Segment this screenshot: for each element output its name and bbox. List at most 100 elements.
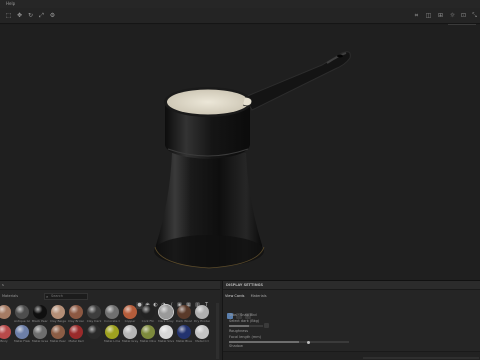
material-label: Antique Gld: [14, 319, 30, 323]
rotate-icon[interactable]: ↻: [26, 11, 35, 20]
material-swatch[interactable]: Metal Olive: [140, 325, 156, 343]
material-ball: [51, 325, 65, 339]
material-swatch[interactable]: Dark Wood: [176, 305, 192, 323]
material-label: Metal Silver: [158, 339, 174, 343]
material-swatch[interactable]: [86, 325, 102, 339]
render-icon[interactable]: ⊞: [436, 11, 445, 20]
material-swatch[interactable]: Metal Red: [68, 325, 84, 343]
material-label: Dark Wood: [176, 319, 192, 323]
material-label: Clay Brown: [68, 319, 84, 323]
display-settings-header: DISPLAY SETTINGS: [223, 281, 480, 290]
material-ball: [33, 305, 47, 319]
material-label: Metal Flake: [14, 339, 30, 343]
material-swatch[interactable]: Metal Grey: [122, 325, 138, 343]
material-swatch[interactable]: Concrete C: [104, 305, 120, 323]
menu-help[interactable]: Help: [6, 0, 15, 8]
select-icon[interactable]: ⬚: [4, 11, 13, 20]
tab-materials[interactable]: Materials: [251, 294, 267, 298]
menubar: Help: [0, 0, 480, 8]
material-ball: [15, 325, 29, 339]
material-label: Metal Blue: [176, 339, 192, 343]
prop-label-0: Tabs · Snap Bkd: [229, 313, 257, 317]
prop-label-3: Focal length (mm): [229, 335, 262, 339]
material-label: Metal Pearl: [50, 339, 66, 343]
material-ball: [87, 325, 101, 339]
materials-scrollbar[interactable]: [216, 303, 219, 359]
material-label: Bnzy: [0, 339, 8, 343]
handle: [244, 51, 351, 111]
tab-view-cards[interactable]: View Cards: [225, 294, 244, 298]
material-ball: [0, 325, 11, 339]
camera-icon[interactable]: ◫: [424, 11, 433, 20]
material-ball: [158, 304, 174, 320]
material-label: Cork Ftn: [141, 319, 155, 323]
material-ball: [159, 325, 173, 339]
display-settings-panel: DISPLAY SETTINGS View Cards Materials Ta…: [222, 281, 480, 360]
material-swatch[interactable]: Metal Lime: [104, 325, 120, 343]
light-icon[interactable]: ☼: [448, 11, 457, 20]
expand-icon[interactable]: ⤡: [470, 11, 479, 20]
material-swatch[interactable]: Metal Green: [32, 325, 48, 343]
display-footer: [223, 351, 480, 360]
material-swatch[interactable]: Bnzy: [0, 325, 12, 343]
material-swatch[interactable]: Metal Flake: [14, 325, 30, 343]
prop-slider-3-knob[interactable]: [307, 340, 310, 344]
material-label: Clay Dark: [86, 319, 102, 323]
material-label: Clay Beige: [50, 319, 66, 323]
material-label: Metal Lime: [104, 339, 120, 343]
material-swatch[interactable]: Metal Crl: [194, 325, 210, 343]
frame-icon[interactable]: ⌗: [412, 11, 421, 20]
material-ball: [177, 305, 191, 319]
move-icon[interactable]: ✥: [15, 11, 24, 20]
scale-icon[interactable]: ⤢: [37, 11, 46, 20]
material-label: Metal Red: [68, 339, 84, 343]
material-label: Metal Crl: [195, 339, 209, 343]
material-label: Dark Gray: [158, 319, 174, 323]
material-label: Metal Olive: [140, 339, 156, 343]
material-swatch[interactable]: Clay Brown: [68, 305, 84, 323]
reset-button[interactable]: [264, 323, 269, 328]
material-ball: [69, 305, 83, 319]
material-swatch[interactable]: Metal Blue: [176, 325, 192, 343]
material-swatch[interactable]: Black Pearl: [32, 305, 48, 323]
prop-label-1: Select dark (Bkg): [229, 319, 260, 323]
material-swatch[interactable]: Cork Ftn: [140, 305, 156, 323]
3d-viewport[interactable]: [0, 25, 480, 280]
pot-interior: [167, 89, 249, 115]
toolbar: ⬚ ✥ ↻ ⤢ ⚙ ⌗ ◫ ⊞ ☼ ⊡ ⤡: [0, 8, 480, 24]
material-label: Metal Green: [32, 339, 48, 343]
material-ball: [141, 325, 155, 339]
material-ball: [87, 305, 101, 319]
model-cezve: [154, 51, 351, 269]
material-ball: [105, 325, 119, 339]
material-swatch[interactable]: Copper: [122, 305, 138, 323]
prop-slider-1[interactable]: [229, 325, 263, 327]
material-ball: [195, 305, 209, 319]
material-ball: [123, 305, 137, 319]
material-swatch[interactable]: Antique Gld: [14, 305, 30, 323]
material-ball: [69, 325, 83, 339]
footer-slider[interactable]: [363, 357, 479, 359]
material-swatch[interactable]: Clay Beige: [50, 305, 66, 323]
material-ball: [195, 325, 209, 339]
materials-panel: s Materials ⌕ Search ● ◉ ◐ ◑ ∕ ▣ ▦ ▥ T A…: [0, 281, 220, 360]
material-swatch[interactable]: [0, 305, 12, 319]
material-swatch[interactable]: Dry Eroded: [194, 305, 210, 323]
material-ball: [33, 325, 47, 339]
material-swatch[interactable]: Dark Gray: [158, 304, 174, 323]
material-label: Copper: [124, 319, 136, 323]
prop-slider-3[interactable]: [229, 341, 349, 343]
bottom-dock: s Materials ⌕ Search ● ◉ ◐ ◑ ∕ ▣ ▦ ▥ T A…: [0, 280, 480, 360]
material-swatch-grid: Antique Gld Black Pearl Clay Beige Clay Bro…: [0, 303, 216, 360]
material-swatch[interactable]: Metal Silver: [158, 325, 174, 343]
settings-icon[interactable]: ⚙: [48, 11, 57, 20]
material-label: Black Pearl: [32, 319, 48, 323]
screenshot-icon[interactable]: ⊡: [459, 11, 468, 20]
material-swatch[interactable]: Clay Dark: [86, 305, 102, 323]
material-ball: [177, 325, 191, 339]
material-label: Metal Grey: [122, 339, 138, 343]
material-ball: [15, 305, 29, 319]
material-swatch[interactable]: Metal Pearl: [50, 325, 66, 343]
material-ball: [51, 305, 65, 319]
materials-header: s: [0, 281, 220, 290]
